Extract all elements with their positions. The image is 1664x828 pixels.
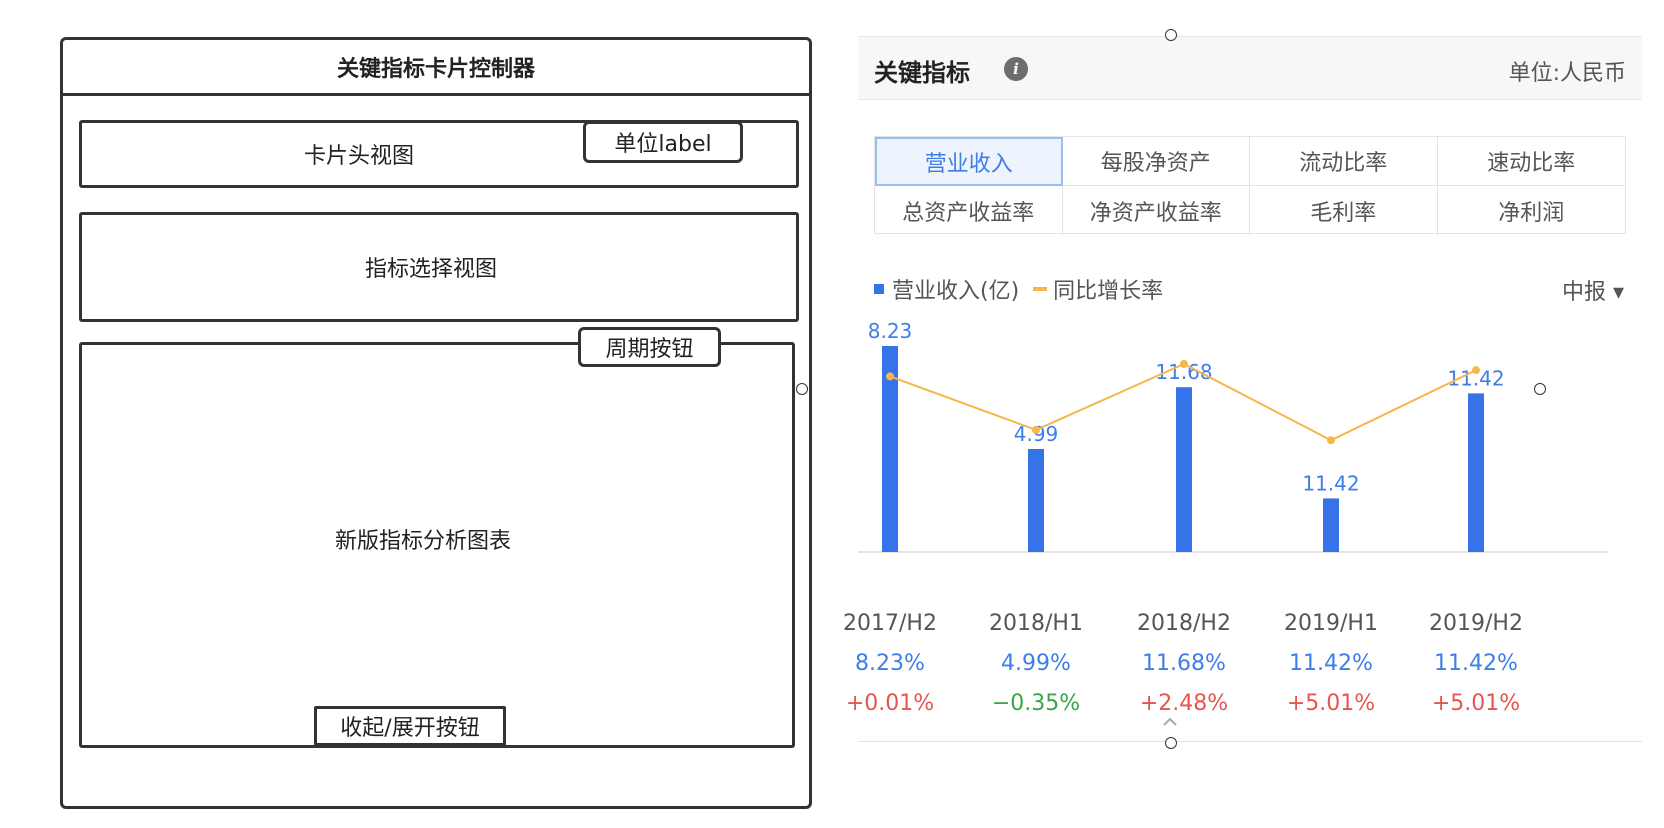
card-bottom-divider	[858, 741, 1642, 742]
bar-value-label: 11.42	[1302, 471, 1359, 495]
growth-rate-point	[1180, 360, 1188, 368]
bar-value-label: 4.99	[1014, 422, 1059, 446]
unit-label-button[interactable]: 单位label	[583, 121, 743, 163]
revenue-bar	[1028, 449, 1044, 552]
selector-view-box: 指标选择视图	[79, 212, 799, 322]
revenue-bar	[1323, 498, 1339, 552]
period-value: 4.99%	[1001, 651, 1071, 676]
info-icon[interactable]: i	[1004, 57, 1028, 81]
growth-rate-point	[886, 372, 894, 381]
revenue-bar	[1468, 393, 1484, 552]
tab-roe[interactable]: 净资产收益率	[1063, 186, 1250, 235]
header-view-label: 卡片头视图	[303, 144, 414, 169]
period-column: 2018/H2 11.68% +2.48%	[1124, 604, 1244, 724]
selector-view-label: 指标选择视图	[364, 257, 497, 282]
tab-revenue[interactable]: 营业收入	[875, 137, 1063, 186]
period-change: +5.01%	[1431, 691, 1521, 716]
chart-view-label: 新版指标分析图表	[334, 529, 511, 554]
tab-current-ratio[interactable]: 流动比率	[1250, 137, 1438, 186]
revenue-chart: 8.234.9911.6811.4211.42	[858, 319, 1608, 553]
unit-label: 单位:人民币	[1508, 61, 1626, 86]
tab-net-profit[interactable]: 净利润	[1438, 186, 1626, 235]
legend-line-swatch	[1033, 287, 1048, 291]
key-metrics-card: 关键指标 i 单位:人民币 营业收入 每股净资产 流动比率 速动比率 总资产收益…	[843, 36, 1642, 806]
card-title: 关键指标	[874, 59, 970, 87]
period-column: 2019/H2 11.42% +5.01%	[1416, 604, 1536, 724]
tab-gross-margin[interactable]: 毛利率	[1250, 186, 1438, 235]
metric-tabs: 营业收入 每股净资产 流动比率 速动比率 总资产收益率 净资产收益率 毛利率 净…	[874, 136, 1626, 235]
period-value: 8.23%	[855, 651, 925, 676]
period-column: 2018/H1 4.99% −0.35%	[976, 604, 1096, 724]
legend-line-label: 同比增长率	[1053, 279, 1164, 304]
selection-handle-left[interactable]	[796, 383, 808, 395]
revenue-bar	[1176, 387, 1192, 552]
wireframe-title: 关键指标卡片控制器	[63, 40, 809, 96]
selection-handle-top[interactable]	[1165, 29, 1177, 41]
period-change: +2.48%	[1139, 691, 1229, 716]
selection-handle-right[interactable]	[1534, 383, 1546, 395]
growth-rate-point	[1032, 425, 1040, 434]
period-value: 11.68%	[1142, 651, 1226, 676]
legend-bar-swatch	[874, 284, 884, 294]
period-value: 11.42%	[1434, 651, 1518, 676]
card-header: 关键指标 i 单位:人民币	[858, 36, 1642, 100]
bar-value-label: 8.23	[868, 319, 913, 343]
tab-roa[interactable]: 总资产收益率	[875, 186, 1063, 235]
period-label: 2018/H2	[1137, 611, 1231, 636]
chart-legend: 营业收入(亿) 同比增长率	[874, 274, 1163, 304]
period-column: 2017/H2 8.23% +0.01%	[830, 604, 950, 724]
chevron-up-icon[interactable]	[1158, 708, 1182, 728]
period-change: +0.01%	[845, 691, 935, 716]
period-label: 2019/H1	[1284, 611, 1378, 636]
period-label: 2019/H2	[1429, 611, 1523, 636]
period-column: 2019/H1 11.42% +5.01%	[1271, 604, 1391, 724]
chart-view-box: 新版指标分析图表	[79, 342, 795, 748]
period-button[interactable]: 周期按钮	[578, 327, 721, 367]
period-value: 11.42%	[1289, 651, 1373, 676]
period-change: +5.01%	[1286, 691, 1376, 716]
selection-handle-bottom[interactable]	[1165, 737, 1177, 749]
tab-quick-ratio[interactable]: 速动比率	[1437, 137, 1625, 186]
period-change: −0.35%	[991, 691, 1081, 716]
legend-bar-label: 营业收入(亿)	[892, 279, 1020, 304]
period-label: 2018/H1	[989, 611, 1083, 636]
tab-net-asset-per-share[interactable]: 每股净资产	[1062, 137, 1250, 186]
collapse-expand-button[interactable]: 收起/展开按钮	[314, 706, 506, 746]
growth-rate-point	[1327, 436, 1335, 445]
period-dropdown[interactable]: 中报 ▾	[1562, 274, 1624, 306]
growth-rate-point	[1472, 366, 1480, 375]
period-label: 2017/H2	[843, 611, 937, 636]
